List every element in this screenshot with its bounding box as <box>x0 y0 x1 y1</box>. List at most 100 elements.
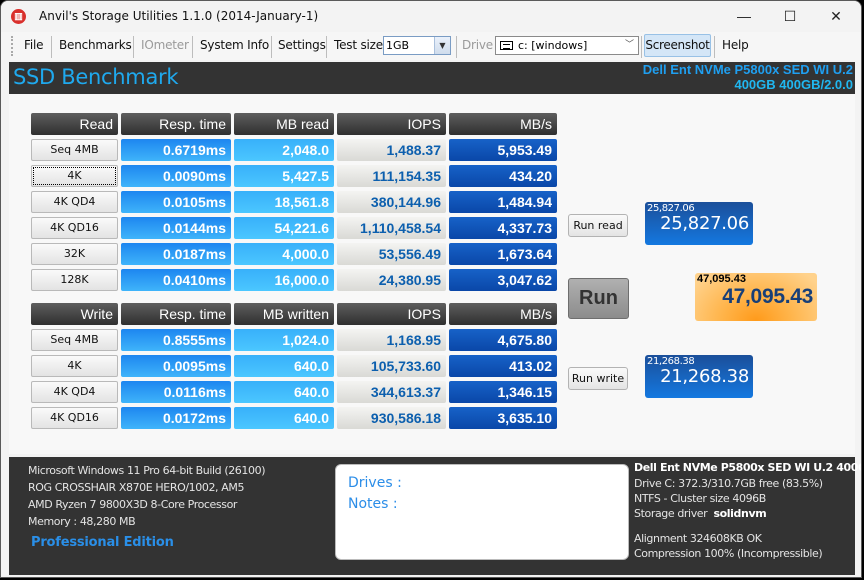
header-resp-time: Resp. time <box>121 303 231 325</box>
storage-driver: Storage driver solidnvm <box>634 507 767 520</box>
edition-label: Professional Edition <box>31 535 174 550</box>
mb-cell: 640.0 <box>234 355 334 377</box>
memory-info: Memory : 48,280 MB <box>28 515 136 528</box>
write-test-button[interactable]: 4K QD16 <box>31 407 118 429</box>
test-size-select[interactable]: 1GB ▼ <box>383 36 451 55</box>
toolbar-separator <box>326 36 327 58</box>
drive-icon <box>500 41 513 50</box>
write-test-button[interactable]: 4K <box>31 355 118 377</box>
iops-cell: 53,556.49 <box>337 243 446 265</box>
iops-cell: 111,154.35 <box>337 165 446 187</box>
header-drive-line2: 400GB 400GB/2.0.0 <box>734 77 853 92</box>
write-test-button[interactable]: 4K QD4 <box>31 381 118 403</box>
drive-space: Drive C: 372.3/310.7GB free (83.5%) <box>634 477 823 490</box>
mb-cell: 2,048.0 <box>234 139 334 161</box>
toolbar-separator <box>456 36 457 58</box>
header-drive-name: Dell Ent NVMe P5800x SED WI U.2 400GB 40… <box>643 62 853 92</box>
menu-settings[interactable]: Settings <box>278 38 326 52</box>
read-test-button[interactable]: 4K QD16 <box>31 217 118 239</box>
mb-cell: 640.0 <box>234 407 334 429</box>
read-score-value: 25,827.06 <box>660 213 749 234</box>
total-score-value: 47,095.43 <box>722 285 813 308</box>
iops-cell: 1,488.37 <box>337 139 446 161</box>
drive-select[interactable]: c: [windows] ﹀ <box>495 36 639 55</box>
read-test-button[interactable]: 128K <box>31 269 118 291</box>
test-size-label: Test size <box>334 38 383 52</box>
drives-label: Drives : <box>348 475 402 491</box>
write-score-value: 21,268.38 <box>660 366 749 387</box>
read-test-button[interactable]: Seq 4MB <box>31 139 118 161</box>
toolbar-separator <box>51 36 52 58</box>
menu-system-info[interactable]: System Info <box>200 38 269 52</box>
title-bar: ▥ Anvil's Storage Utilities 1.1.0 (2014-… <box>1 1 861 32</box>
header-mb: MB read <box>234 113 334 135</box>
drive-filesystem: NTFS - Cluster size 4096B <box>634 492 766 505</box>
header-iops: IOPS <box>337 113 446 135</box>
toolbar-separator <box>271 36 272 58</box>
mb-cell: 1,024.0 <box>234 329 334 351</box>
header-mbs: MB/s <box>449 303 557 325</box>
resp-time-cell: 0.0410ms <box>121 269 231 291</box>
mb-cell: 54,221.6 <box>234 217 334 239</box>
drive-value: c: [windows] <box>518 39 588 52</box>
mbs-cell: 4,675.80 <box>449 329 557 351</box>
cpu-info: AMD Ryzen 7 9800X3D 8-Core Processor <box>28 498 238 511</box>
read-test-button[interactable]: 4K <box>31 165 118 187</box>
run-button[interactable]: Run <box>568 278 629 319</box>
os-info: Microsoft Windows 11 Pro 64-bit Build (2… <box>28 464 266 477</box>
resp-time-cell: 0.0187ms <box>121 243 231 265</box>
menu-iometer: IOmeter <box>141 38 189 52</box>
mbs-cell: 1,346.15 <box>449 381 557 403</box>
minimize-button[interactable]: — <box>721 1 767 32</box>
mbs-cell: 3,047.62 <box>449 269 557 291</box>
resp-time-cell: 0.0144ms <box>121 217 231 239</box>
maximize-button[interactable]: ☐ <box>767 1 813 32</box>
write-test-button[interactable]: Seq 4MB <box>31 329 118 351</box>
chevron-down-icon[interactable]: ﹀ <box>625 37 634 54</box>
screenshot-button[interactable]: Screenshot <box>644 34 711 57</box>
drive-model: Dell Ent NVMe P5800x SED WI U.2 400G <box>634 461 862 474</box>
mb-cell: 18,561.8 <box>234 191 334 213</box>
mb-cell: 5,427.5 <box>234 165 334 187</box>
storage-driver-value: solidnvm <box>713 507 767 520</box>
drive-label: Drive <box>462 38 493 52</box>
drive-alignment: Alignment 324608KB OK <box>634 532 762 545</box>
read-score: 25,827.06 25,827.06 <box>645 202 753 245</box>
iops-cell: 24,380.95 <box>337 269 446 291</box>
benchmark-header: SSD Benchmark Dell Ent NVMe P5800x SED W… <box>9 62 855 94</box>
close-button[interactable]: ✕ <box>813 1 859 32</box>
test-size-value: 1GB <box>386 39 410 52</box>
run-read-button[interactable]: Run read <box>568 214 628 237</box>
total-score: 47,095.43 47,095.43 <box>695 273 817 321</box>
drive-compression: Compression 100% (Incompressible) <box>634 547 823 560</box>
mb-cell: 4,000.0 <box>234 243 334 265</box>
mbs-cell: 413.02 <box>449 355 557 377</box>
header-mode: Read <box>31 113 118 135</box>
iops-cell: 380,144.96 <box>337 191 446 213</box>
dropdown-arrow-icon[interactable]: ▼ <box>434 37 450 54</box>
resp-time-cell: 0.0172ms <box>121 407 231 429</box>
menu-file[interactable]: File <box>24 38 43 52</box>
notes-textarea[interactable]: Drives : Notes : <box>335 464 629 560</box>
resp-time-cell: 0.8555ms <box>121 329 231 351</box>
header-mbs: MB/s <box>449 113 557 135</box>
iops-cell: 930,586.18 <box>337 407 446 429</box>
read-test-button[interactable]: 4K QD4 <box>31 191 118 213</box>
header-mb: MB written <box>234 303 334 325</box>
run-write-button[interactable]: Run write <box>568 367 628 390</box>
iops-cell: 105,733.60 <box>337 355 446 377</box>
menu-benchmarks[interactable]: Benchmarks <box>59 38 132 52</box>
mbs-cell: 5,953.49 <box>449 139 557 161</box>
toolbar-separator <box>133 36 134 58</box>
toolbar-separator <box>714 36 715 58</box>
mbs-cell: 3,635.10 <box>449 407 557 429</box>
header-mode: Write <box>31 303 118 325</box>
toolbar-grip[interactable] <box>11 36 14 56</box>
window-title: Anvil's Storage Utilities 1.1.0 (2014-Ja… <box>39 9 319 23</box>
benchmark-panel: Read Resp. time MB read IOPS MB/s Seq 4MB 0.67… <box>9 94 855 454</box>
menu-help[interactable]: Help <box>722 38 749 52</box>
read-test-button[interactable]: 32K <box>31 243 118 265</box>
write-score: 21,268.38 21,268.38 <box>645 355 753 398</box>
mbs-cell: 4,337.73 <box>449 217 557 239</box>
board-info: ROG CROSSHAIR X870E HERO/1002, AM5 <box>28 481 245 494</box>
